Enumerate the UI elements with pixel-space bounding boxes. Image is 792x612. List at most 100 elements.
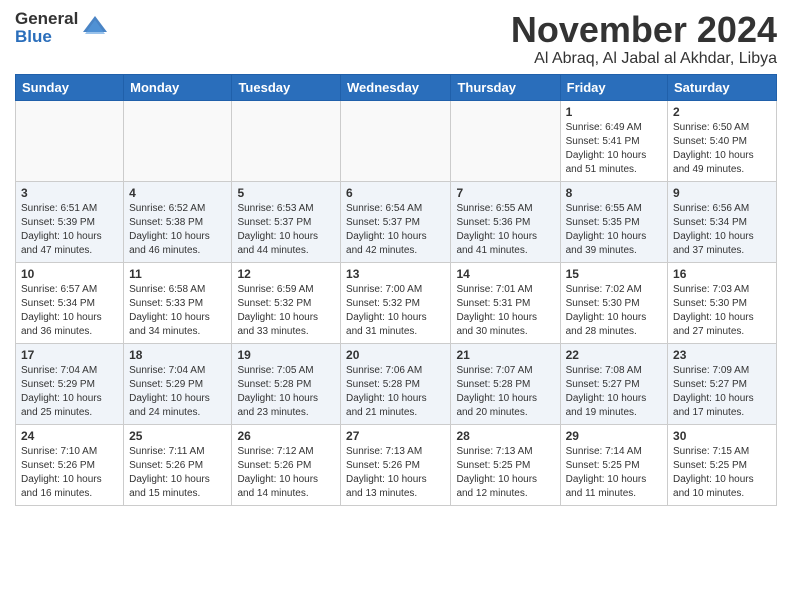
day-number: 6 bbox=[346, 186, 445, 200]
day-cell-19: 19 Sunrise: 7:05 AMSunset: 5:28 PMDayligh… bbox=[232, 343, 341, 424]
day-cell-21: 21 Sunrise: 7:07 AMSunset: 5:28 PMDayligh… bbox=[451, 343, 560, 424]
day-cell-28: 28 Sunrise: 7:13 AMSunset: 5:25 PMDayligh… bbox=[451, 424, 560, 505]
day-cell-26: 26 Sunrise: 7:12 AMSunset: 5:26 PMDayligh… bbox=[232, 424, 341, 505]
day-number: 9 bbox=[673, 186, 771, 200]
day-info: Sunrise: 7:01 AMSunset: 5:31 PMDaylight:… bbox=[456, 283, 554, 339]
day-number: 16 bbox=[673, 267, 771, 281]
day-cell-30: 30 Sunrise: 7:15 AMSunset: 5:25 PMDayligh… bbox=[668, 424, 777, 505]
day-number: 12 bbox=[237, 267, 335, 281]
weekday-header-wednesday: Wednesday bbox=[341, 74, 451, 100]
weekday-header-row: SundayMondayTuesdayWednesdayThursdayFrid… bbox=[16, 74, 777, 100]
page: General Blue November 2024 Al Abraq, Al … bbox=[0, 0, 792, 516]
day-info: Sunrise: 7:13 AMSunset: 5:25 PMDaylight:… bbox=[456, 445, 554, 501]
day-cell-3: 3Sunrise: 6:51 AMSunset: 5:39 PMDaylight… bbox=[16, 181, 124, 262]
empty-cell bbox=[451, 100, 560, 181]
day-info: Sunrise: 7:14 AMSunset: 5:25 PMDaylight:… bbox=[566, 445, 662, 501]
day-cell-2: 2Sunrise: 6:50 AMSunset: 5:40 PMDaylight… bbox=[668, 100, 777, 181]
day-cell-27: 27 Sunrise: 7:13 AMSunset: 5:26 PMDayligh… bbox=[341, 424, 451, 505]
day-cell-6: 6 Sunrise: 6:54 AMSunset: 5:37 PMDaylight… bbox=[341, 181, 451, 262]
day-number: 30 bbox=[673, 429, 771, 443]
day-number: 7 bbox=[456, 186, 554, 200]
day-number: 27 bbox=[346, 429, 445, 443]
day-info: Sunrise: 7:08 AMSunset: 5:27 PMDaylight:… bbox=[566, 364, 662, 420]
week-row-3: 10 Sunrise: 6:57 AMSunset: 5:34 PMDayligh… bbox=[16, 262, 777, 343]
logo: General Blue bbox=[15, 10, 109, 46]
day-info: Sunrise: 7:11 AMSunset: 5:26 PMDaylight:… bbox=[129, 445, 226, 501]
month-title: November 2024 bbox=[511, 10, 777, 50]
day-cell-22: 22Sunrise: 7:08 AMSunset: 5:27 PMDayligh… bbox=[560, 343, 667, 424]
day-cell-4: 4 Sunrise: 6:52 AMSunset: 5:38 PMDaylight… bbox=[124, 181, 232, 262]
day-number: 10 bbox=[21, 267, 118, 281]
day-info: Sunrise: 7:04 AMSunset: 5:29 PMDaylight:… bbox=[129, 364, 226, 420]
weekday-header-monday: Monday bbox=[124, 74, 232, 100]
day-info: Sunrise: 6:51 AMSunset: 5:39 PMDaylight:… bbox=[21, 202, 118, 258]
weekday-header-saturday: Saturday bbox=[668, 74, 777, 100]
day-info: Sunrise: 7:09 AMSunset: 5:27 PMDaylight:… bbox=[673, 364, 771, 420]
day-cell-8: 8Sunrise: 6:55 AMSunset: 5:35 PMDaylight… bbox=[560, 181, 667, 262]
day-number: 29 bbox=[566, 429, 662, 443]
day-cell-12: 12 Sunrise: 6:59 AMSunset: 5:32 PMDayligh… bbox=[232, 262, 341, 343]
week-row-5: 24 Sunrise: 7:10 AMSunset: 5:26 PMDayligh… bbox=[16, 424, 777, 505]
header: General Blue November 2024 Al Abraq, Al … bbox=[15, 10, 777, 68]
day-number: 8 bbox=[566, 186, 662, 200]
day-number: 17 bbox=[21, 348, 118, 362]
day-number: 24 bbox=[21, 429, 118, 443]
day-cell-24: 24 Sunrise: 7:10 AMSunset: 5:26 PMDayligh… bbox=[16, 424, 124, 505]
day-info: Sunrise: 7:13 AMSunset: 5:26 PMDaylight:… bbox=[346, 445, 445, 501]
calendar-table: SundayMondayTuesdayWednesdayThursdayFrid… bbox=[15, 74, 777, 506]
weekday-header-friday: Friday bbox=[560, 74, 667, 100]
day-number: 21 bbox=[456, 348, 554, 362]
day-info: Sunrise: 6:59 AMSunset: 5:32 PMDaylight:… bbox=[237, 283, 335, 339]
day-info: Sunrise: 6:56 AMSunset: 5:34 PMDaylight:… bbox=[673, 202, 771, 258]
day-info: Sunrise: 6:57 AMSunset: 5:34 PMDaylight:… bbox=[21, 283, 118, 339]
day-number: 19 bbox=[237, 348, 335, 362]
logo-general: General bbox=[15, 10, 78, 28]
day-info: Sunrise: 7:04 AMSunset: 5:29 PMDaylight:… bbox=[21, 364, 118, 420]
empty-cell bbox=[16, 100, 124, 181]
day-cell-15: 15Sunrise: 7:02 AMSunset: 5:30 PMDayligh… bbox=[560, 262, 667, 343]
day-cell-18: 18 Sunrise: 7:04 AMSunset: 5:29 PMDayligh… bbox=[124, 343, 232, 424]
day-number: 11 bbox=[129, 267, 226, 281]
day-cell-23: 23 Sunrise: 7:09 AMSunset: 5:27 PMDayligh… bbox=[668, 343, 777, 424]
day-number: 18 bbox=[129, 348, 226, 362]
day-cell-9: 9 Sunrise: 6:56 AMSunset: 5:34 PMDaylight… bbox=[668, 181, 777, 262]
week-row-2: 3Sunrise: 6:51 AMSunset: 5:39 PMDaylight… bbox=[16, 181, 777, 262]
day-info: Sunrise: 7:15 AMSunset: 5:25 PMDaylight:… bbox=[673, 445, 771, 501]
week-row-4: 17 Sunrise: 7:04 AMSunset: 5:29 PMDayligh… bbox=[16, 343, 777, 424]
day-cell-20: 20Sunrise: 7:06 AMSunset: 5:28 PMDayligh… bbox=[341, 343, 451, 424]
day-number: 28 bbox=[456, 429, 554, 443]
day-cell-29: 29 Sunrise: 7:14 AMSunset: 5:25 PMDayligh… bbox=[560, 424, 667, 505]
day-number: 5 bbox=[237, 186, 335, 200]
day-cell-7: 7 Sunrise: 6:55 AMSunset: 5:36 PMDaylight… bbox=[451, 181, 560, 262]
empty-cell bbox=[341, 100, 451, 181]
day-info: Sunrise: 6:50 AMSunset: 5:40 PMDaylight:… bbox=[673, 121, 771, 177]
day-info: Sunrise: 6:52 AMSunset: 5:38 PMDaylight:… bbox=[129, 202, 226, 258]
day-info: Sunrise: 7:05 AMSunset: 5:28 PMDaylight:… bbox=[237, 364, 335, 420]
empty-cell bbox=[124, 100, 232, 181]
day-number: 26 bbox=[237, 429, 335, 443]
day-info: Sunrise: 7:03 AMSunset: 5:30 PMDaylight:… bbox=[673, 283, 771, 339]
day-info: Sunrise: 6:54 AMSunset: 5:37 PMDaylight:… bbox=[346, 202, 445, 258]
day-cell-14: 14Sunrise: 7:01 AMSunset: 5:31 PMDayligh… bbox=[451, 262, 560, 343]
location-title: Al Abraq, Al Jabal al Akhdar, Libya bbox=[511, 50, 777, 68]
weekday-header-tuesday: Tuesday bbox=[232, 74, 341, 100]
day-info: Sunrise: 7:12 AMSunset: 5:26 PMDaylight:… bbox=[237, 445, 335, 501]
day-number: 23 bbox=[673, 348, 771, 362]
day-info: Sunrise: 6:58 AMSunset: 5:33 PMDaylight:… bbox=[129, 283, 226, 339]
day-cell-17: 17 Sunrise: 7:04 AMSunset: 5:29 PMDayligh… bbox=[16, 343, 124, 424]
day-info: Sunrise: 7:00 AMSunset: 5:32 PMDaylight:… bbox=[346, 283, 445, 339]
day-number: 25 bbox=[129, 429, 226, 443]
day-cell-11: 11 Sunrise: 6:58 AMSunset: 5:33 PMDayligh… bbox=[124, 262, 232, 343]
day-info: Sunrise: 7:07 AMSunset: 5:28 PMDaylight:… bbox=[456, 364, 554, 420]
day-info: Sunrise: 6:55 AMSunset: 5:36 PMDaylight:… bbox=[456, 202, 554, 258]
day-info: Sunrise: 7:10 AMSunset: 5:26 PMDaylight:… bbox=[21, 445, 118, 501]
day-cell-25: 25 Sunrise: 7:11 AMSunset: 5:26 PMDayligh… bbox=[124, 424, 232, 505]
day-cell-5: 5Sunrise: 6:53 AMSunset: 5:37 PMDaylight… bbox=[232, 181, 341, 262]
title-area: November 2024 Al Abraq, Al Jabal al Akhd… bbox=[511, 10, 777, 68]
week-row-1: 1Sunrise: 6:49 AMSunset: 5:41 PMDaylight… bbox=[16, 100, 777, 181]
day-cell-1: 1Sunrise: 6:49 AMSunset: 5:41 PMDaylight… bbox=[560, 100, 667, 181]
day-cell-13: 13Sunrise: 7:00 AMSunset: 5:32 PMDayligh… bbox=[341, 262, 451, 343]
day-number: 4 bbox=[129, 186, 226, 200]
day-info: Sunrise: 7:06 AMSunset: 5:28 PMDaylight:… bbox=[346, 364, 445, 420]
weekday-header-thursday: Thursday bbox=[451, 74, 560, 100]
